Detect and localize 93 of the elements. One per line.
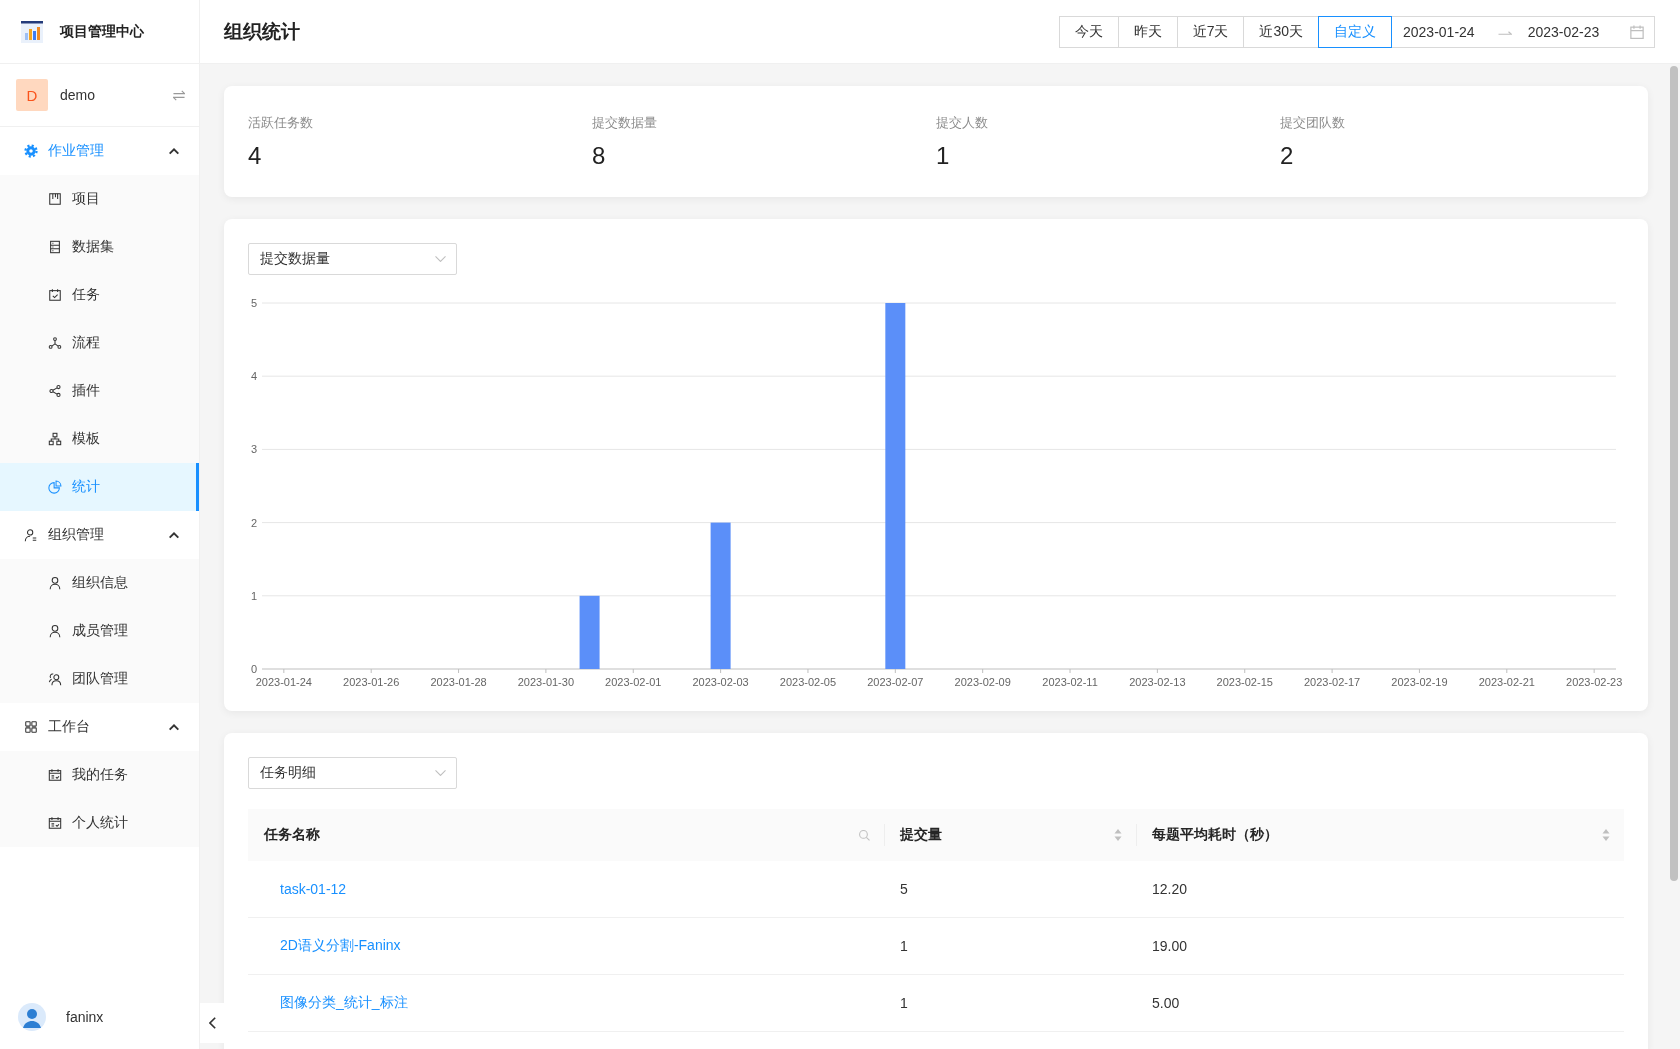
x-axis-label: 2023-02-09 xyxy=(954,676,1011,688)
x-axis-label: 2023-01-24 xyxy=(255,676,312,688)
user-icon xyxy=(48,576,62,590)
bar-chart-icon xyxy=(20,19,44,44)
x-axis-label: 2023-02-11 xyxy=(1042,676,1098,688)
workspace-name: demo xyxy=(60,87,96,103)
end-date[interactable]: 2023-02-23 xyxy=(1527,23,1600,40)
menu-item[interactable]: 成员管理 xyxy=(0,607,199,655)
stat-value: 8 xyxy=(592,141,606,171)
x-axis-label: 2023-01-28 xyxy=(430,676,487,688)
calendar-icon xyxy=(48,768,62,782)
search-icon[interactable] xyxy=(859,829,870,841)
x-axis-label: 2023-02-23 xyxy=(1566,676,1623,688)
x-axis-label: 2023-02-01 xyxy=(605,676,662,688)
calendar-icon xyxy=(48,816,62,830)
x-axis-label: 2023-02-05 xyxy=(779,676,837,688)
view-select[interactable]: 任务明细 xyxy=(248,757,457,789)
stat-value: 4 xyxy=(248,141,262,171)
workspace-avatar: D xyxy=(16,79,48,111)
x-axis-label: 2023-02-21 xyxy=(1478,676,1535,688)
table-cell-text: 12.20 xyxy=(1151,881,1188,897)
hierarchy-icon xyxy=(48,432,62,446)
y-axis-label: 0 xyxy=(250,663,257,675)
calendar-icon xyxy=(1630,24,1644,39)
start-date[interactable]: 2023-01-24 xyxy=(1403,23,1475,40)
column-header[interactable]: 任务名称 xyxy=(248,809,884,861)
menu-group[interactable]: 组织管理 xyxy=(0,511,199,559)
stat-value: 2 xyxy=(1280,141,1294,171)
y-axis-label: 4 xyxy=(250,370,257,383)
y-axis-label: 5 xyxy=(250,297,257,309)
menu-item[interactable]: 流程 xyxy=(0,319,199,367)
user-icon xyxy=(48,624,62,638)
menu-item[interactable]: 个人统计 xyxy=(0,799,199,847)
sort-icon[interactable] xyxy=(1602,829,1610,841)
caret-down-icon xyxy=(435,256,446,262)
x-axis-label: 2023-02-15 xyxy=(1216,676,1273,688)
board-icon xyxy=(48,192,62,206)
range-button[interactable]: 近7天 xyxy=(1176,15,1245,48)
swap-icon[interactable] xyxy=(173,89,185,101)
x-axis-label: 2023-02-13 xyxy=(1129,676,1186,688)
users-icon xyxy=(48,672,62,686)
user-avatar-icon xyxy=(18,1003,46,1031)
user-icon xyxy=(24,528,38,542)
column-header[interactable]: 提交量 xyxy=(884,809,1136,861)
range-button[interactable]: 昨天 xyxy=(1117,15,1178,48)
table-cell-text: 19.00 xyxy=(1151,938,1188,954)
x-axis-label: 2023-01-26 xyxy=(343,676,400,688)
date-range-picker[interactable]: 2023-01-24 2023-02-23 xyxy=(1391,15,1655,48)
table-cell-text: 1 xyxy=(899,938,908,954)
menu-item[interactable]: 任务 xyxy=(0,271,199,319)
user-name: faninx xyxy=(66,1009,104,1025)
gear-icon xyxy=(24,144,38,158)
x-axis-label: 2023-02-03 xyxy=(692,676,749,688)
x-axis-label: 2023-01-30 xyxy=(517,676,575,688)
menu-item[interactable]: 组织信息 xyxy=(0,559,199,607)
nodes-icon xyxy=(48,336,62,350)
table-cell-text: 5.00 xyxy=(1151,995,1180,1011)
y-axis-label: 1 xyxy=(250,589,257,602)
y-axis-label: 2 xyxy=(250,516,257,529)
range-button[interactable]: 今天 xyxy=(1058,15,1119,48)
menu-item[interactable]: 我的任务 xyxy=(0,751,199,799)
menu-item[interactable]: 模板 xyxy=(0,415,199,463)
table-cell-text: 1 xyxy=(899,995,908,1011)
calendar-check-icon xyxy=(48,288,62,302)
x-axis-label: 2023-02-19 xyxy=(1391,676,1448,688)
caret-down-icon xyxy=(435,770,446,776)
grid-icon xyxy=(24,720,38,734)
stat-label: 提交数据量 xyxy=(592,114,657,132)
stat-value: 1 xyxy=(936,141,950,171)
menu-group[interactable]: 工作台 xyxy=(0,703,199,751)
range-button[interactable]: 近30天 xyxy=(1243,15,1319,48)
menu-item[interactable]: 团队管理 xyxy=(0,655,199,703)
menu-item[interactable]: 数据集 xyxy=(0,223,199,271)
table-cell-text: 5 xyxy=(899,881,908,897)
y-axis-label: 3 xyxy=(250,443,257,456)
menu-item[interactable]: 项目 xyxy=(0,175,199,223)
list-icon xyxy=(48,240,62,254)
page-title: 组织统计 xyxy=(224,19,300,44)
stat-label: 提交人数 xyxy=(936,114,988,132)
chevron-left-icon xyxy=(208,1017,216,1029)
menu-item[interactable]: 插件 xyxy=(0,367,199,415)
share-icon xyxy=(48,384,62,398)
sort-icon[interactable] xyxy=(1114,829,1122,841)
x-axis-label: 2023-02-07 xyxy=(867,676,924,688)
stat-label: 活跃任务数 xyxy=(248,114,313,132)
stat-label: 提交团队数 xyxy=(1280,114,1345,132)
column-header[interactable]: 每题平均耗时（秒） xyxy=(1136,809,1624,861)
app-title: 项目管理中心 xyxy=(60,22,144,41)
pie-chart-icon xyxy=(48,480,62,494)
collapse-button[interactable] xyxy=(200,1003,224,1043)
metric-select[interactable]: 提交数据量 xyxy=(248,243,457,275)
x-axis-label: 2023-02-17 xyxy=(1303,676,1361,688)
scrollbar-thumb[interactable] xyxy=(1670,66,1678,881)
